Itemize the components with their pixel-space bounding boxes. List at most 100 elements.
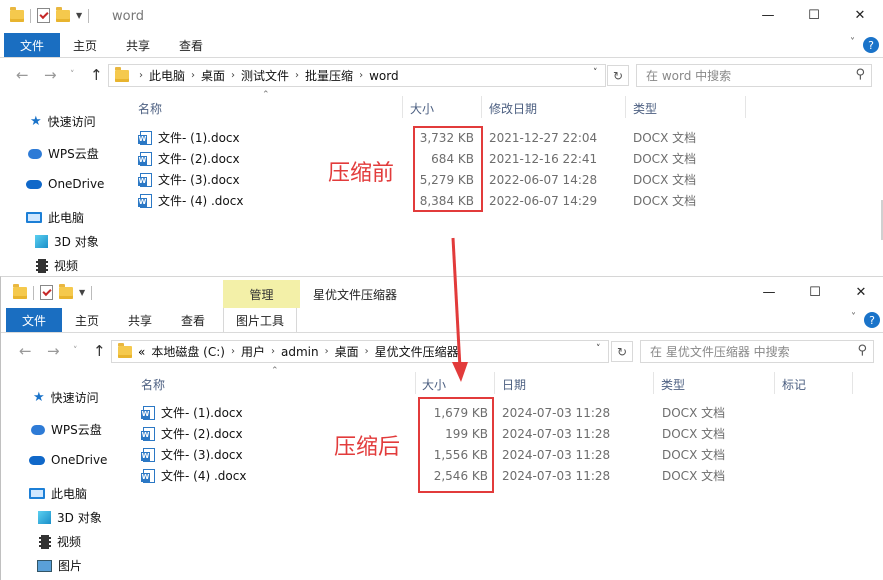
properties-icon[interactable] xyxy=(37,8,50,23)
tab-file[interactable]: 文件 xyxy=(4,33,60,57)
back-arrow-icon[interactable]: ← xyxy=(16,66,29,84)
tab-share[interactable]: 共享 xyxy=(126,33,150,57)
breadcrumb-item[interactable]: 桌面 xyxy=(335,343,359,360)
tab-view[interactable]: 查看 xyxy=(181,308,205,332)
tab-file[interactable]: 文件 xyxy=(6,308,62,332)
tab-home[interactable]: 主页 xyxy=(75,308,99,332)
up-arrow-icon[interactable]: ↑ xyxy=(93,342,106,360)
breadcrumb-item[interactable]: 用户 xyxy=(241,343,265,360)
address-bar[interactable]: « 本地磁盘 (C:) › 用户 › admin › 桌面 › 星优文件压缩器 xyxy=(111,340,609,363)
breadcrumb-item[interactable]: 测试文件 xyxy=(241,67,289,84)
divider xyxy=(30,8,31,23)
sidebar-item-3d-objects[interactable]: 3D 对象 xyxy=(35,233,99,250)
size-highlight-box xyxy=(413,126,483,212)
divider xyxy=(415,372,416,394)
sort-caret-icon: ⌃ xyxy=(262,90,270,100)
sidebar-item-quick-access[interactable]: ★ 快速访问 xyxy=(30,113,96,130)
sidebar-item-wps-cloud[interactable]: WPS云盘 xyxy=(28,145,99,162)
column-header-date[interactable]: 修改日期 xyxy=(489,100,537,117)
video-icon xyxy=(39,534,51,549)
maximize-button[interactable]: ☐ xyxy=(792,277,838,308)
customize-dropdown-icon[interactable]: ▼ xyxy=(76,11,82,20)
breadcrumb-item[interactable]: 此电脑 xyxy=(149,67,185,84)
sidebar-item-videos[interactable]: 视频 xyxy=(39,533,81,550)
window-title: 星优文件压缩器 xyxy=(313,288,398,302)
maximize-button[interactable]: ☐ xyxy=(791,0,837,31)
refresh-icon[interactable]: ↻ xyxy=(611,341,633,362)
column-header-name[interactable]: 名称 xyxy=(138,100,162,117)
cube-icon xyxy=(38,511,51,524)
breadcrumb-overflow-icon[interactable]: « xyxy=(138,345,145,359)
divider xyxy=(774,372,775,394)
properties-icon[interactable] xyxy=(40,285,53,300)
column-header-type[interactable]: 类型 xyxy=(633,100,657,117)
cloud-icon xyxy=(31,424,45,435)
sidebar-item-pictures[interactable]: 图片 xyxy=(37,557,82,574)
forward-arrow-icon[interactable]: → xyxy=(47,342,60,360)
before-compression-label: 压缩前 xyxy=(328,161,395,186)
breadcrumb-item[interactable]: admin xyxy=(281,345,319,359)
close-button[interactable]: ✕ xyxy=(838,277,883,308)
refresh-icon[interactable]: ↻ xyxy=(607,65,629,86)
column-header-size[interactable]: 大小 xyxy=(410,100,434,117)
computer-icon xyxy=(26,212,42,223)
sidebar-item-this-pc[interactable]: 此电脑 xyxy=(26,209,84,226)
column-header-type[interactable]: 类型 xyxy=(661,376,685,393)
breadcrumb-item[interactable]: 桌面 xyxy=(201,67,225,84)
address-bar[interactable]: › 此电脑 › 桌面 › 测试文件 › 批量压缩 › word xyxy=(108,64,606,87)
expand-ribbon-icon[interactable]: ˅ xyxy=(851,312,856,323)
address-dropdown-icon[interactable]: ˅ xyxy=(593,68,598,78)
column-header-name[interactable]: 名称 xyxy=(141,376,165,393)
tab-share[interactable]: 共享 xyxy=(128,308,152,332)
search-input[interactable]: 在 星优文件压缩器 中搜索 ⚲ xyxy=(640,340,874,363)
customize-dropdown-icon[interactable]: ▼ xyxy=(79,288,85,297)
expand-ribbon-icon[interactable]: ˅ xyxy=(850,37,855,48)
sidebar-item-onedrive[interactable]: OneDrive xyxy=(26,177,104,191)
sidebar-item-quick-access[interactable]: ★ 快速访问 xyxy=(33,389,99,406)
word-document-icon xyxy=(141,447,155,462)
sidebar-item-3d-objects[interactable]: 3D 对象 xyxy=(38,509,102,526)
recent-dropdown-icon[interactable]: ˅ xyxy=(70,70,75,80)
search-input[interactable]: 在 word 中搜索 ⚲ xyxy=(636,64,872,87)
tab-manage[interactable]: 管理 xyxy=(223,280,300,308)
breadcrumb-item[interactable]: word xyxy=(369,69,399,83)
up-arrow-icon[interactable]: ↑ xyxy=(90,66,103,84)
column-header-tags[interactable]: 标记 xyxy=(782,376,806,393)
address-row: ← → ˅ ↑ › 此电脑 › 桌面 › 测试文件 › 批量压缩 › word ˅ ↻ 在… xyxy=(0,62,883,88)
quick-access-toolbar: ▼ xyxy=(10,6,90,23)
breadcrumb-item[interactable]: 本地磁盘 (C:) xyxy=(151,343,225,360)
window-title: word xyxy=(112,9,144,24)
divider xyxy=(653,372,654,394)
word-document-icon xyxy=(138,151,152,166)
forward-arrow-icon[interactable]: → xyxy=(44,66,57,84)
sort-caret-icon: ⌃ xyxy=(271,366,279,376)
sidebar-item-onedrive[interactable]: OneDrive xyxy=(29,453,107,467)
title-bar: ▼ word — ☐ ✕ xyxy=(0,0,883,31)
explorer-window-before: ▼ word — ☐ ✕ 文件 主页 共享 查看 ˅ ? ← → ˅ ↑ › 此电… xyxy=(0,0,883,276)
tab-picture-tools[interactable]: 图片工具 xyxy=(223,308,298,332)
close-button[interactable]: ✕ xyxy=(837,0,883,31)
help-icon[interactable]: ? xyxy=(863,37,879,53)
address-dropdown-icon[interactable]: ˅ xyxy=(596,344,601,354)
word-document-icon xyxy=(141,468,155,483)
breadcrumb-item[interactable]: 批量压缩 xyxy=(305,67,353,84)
back-arrow-icon[interactable]: ← xyxy=(19,342,32,360)
column-header-date[interactable]: 日期 xyxy=(502,376,526,393)
video-icon xyxy=(36,258,48,273)
sidebar-item-this-pc[interactable]: 此电脑 xyxy=(29,485,87,502)
folder-icon xyxy=(118,342,132,358)
tab-home[interactable]: 主页 xyxy=(73,33,97,57)
tab-view[interactable]: 查看 xyxy=(179,33,203,57)
help-icon[interactable]: ? xyxy=(864,312,880,328)
minimize-button[interactable]: — xyxy=(746,277,792,308)
minimize-button[interactable]: — xyxy=(745,0,791,31)
cloud-icon xyxy=(28,148,42,159)
folder-icon xyxy=(10,6,24,22)
sidebar-item-wps-cloud[interactable]: WPS云盘 xyxy=(31,421,102,438)
recent-dropdown-icon[interactable]: ˅ xyxy=(73,346,78,356)
divider xyxy=(625,96,626,118)
after-compression-label: 压缩后 xyxy=(334,435,401,460)
new-folder-icon[interactable] xyxy=(59,283,73,299)
new-folder-icon[interactable] xyxy=(56,6,70,22)
sidebar-item-videos[interactable]: 视频 xyxy=(36,257,78,274)
